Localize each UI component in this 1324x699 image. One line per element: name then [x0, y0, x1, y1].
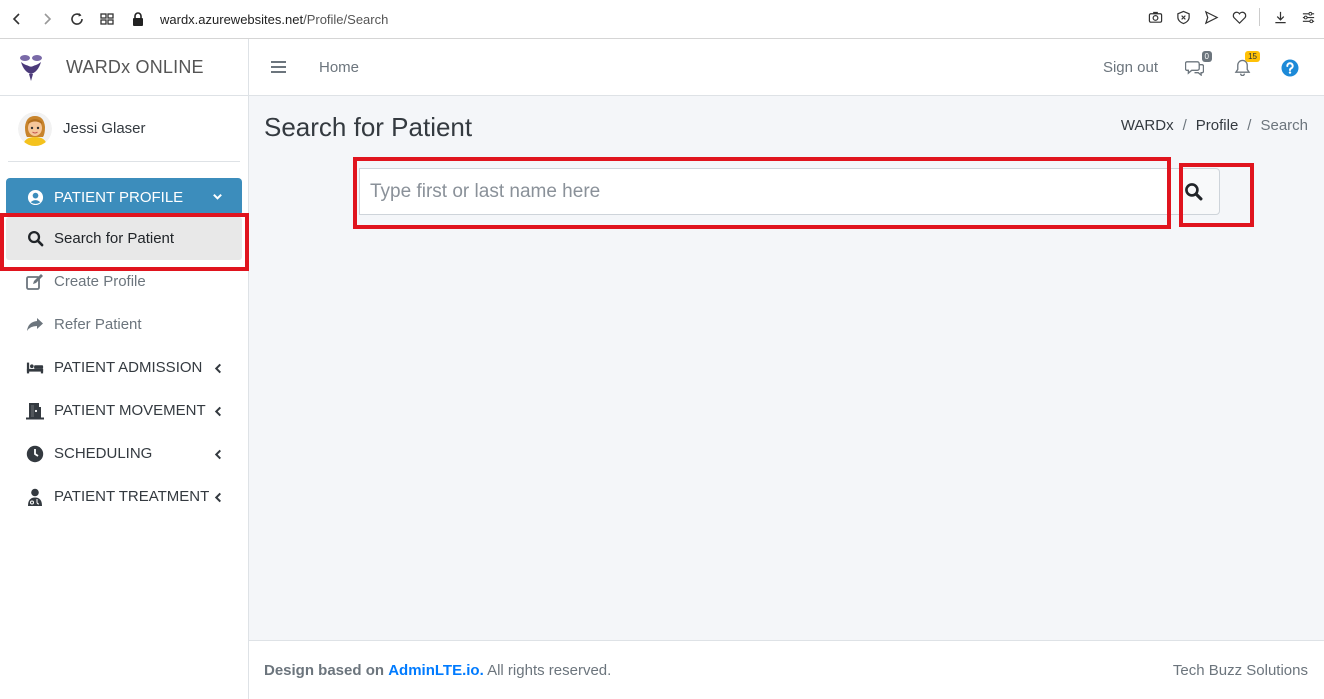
search-button[interactable] — [1167, 168, 1220, 215]
sidebar-menu: PATIENT PROFILE Search for Patient Creat… — [0, 162, 248, 518]
breadcrumb-separator: / — [1182, 117, 1187, 134]
breadcrumb: WARDx / Profile / Search — [1121, 117, 1308, 134]
sidebar-item-refer-patient[interactable]: Refer Patient — [6, 303, 242, 346]
edit-icon — [26, 273, 44, 291]
footer-prefix: Design based on — [264, 661, 385, 679]
footer: Design based on AdminLTE.io. All rights … — [249, 640, 1324, 699]
messages-badge: 0 — [1201, 50, 1212, 62]
chevron-left-icon — [214, 404, 223, 421]
sidebar-item-scheduling[interactable]: SCHEDULING — [6, 432, 242, 475]
wardx-logo-icon — [20, 55, 42, 81]
sidebar-item-search-for-patient[interactable]: Search for Patient — [6, 217, 242, 260]
adminlte-link[interactable]: AdminLTE.io. — [388, 662, 484, 679]
clock-icon — [26, 445, 44, 463]
toolbar-divider — [1259, 8, 1260, 26]
camera-icon[interactable] — [1147, 9, 1163, 25]
door-icon — [26, 402, 44, 420]
brand-link[interactable]: WARDx ONLINE — [0, 39, 248, 96]
user-name: Jessi Glaser — [63, 120, 146, 137]
lock-icon — [133, 12, 143, 26]
sidebar-item-label: Refer Patient — [54, 316, 142, 333]
tabs-grid-icon[interactable] — [92, 4, 122, 34]
bell-icon — [1234, 59, 1250, 76]
page-title: Search for Patient — [264, 112, 473, 142]
bed-icon — [26, 359, 44, 377]
forward-icon[interactable] — [32, 4, 62, 34]
sidebar-item-label: PATIENT TREATMENT — [54, 488, 210, 505]
chevron-left-icon — [214, 447, 223, 464]
top-navbar: Home Sign out 0 15 — [249, 39, 1324, 96]
sidebar-item-label: Create Profile — [54, 273, 146, 290]
chevron-down-icon — [212, 189, 223, 206]
sidebar-item-patient-movement[interactable]: PATIENT MOVEMENT — [6, 389, 242, 432]
sidebar-item-label: Search for Patient — [54, 230, 175, 247]
sidebar-item-patient-profile[interactable]: PATIENT PROFILE — [6, 178, 242, 216]
download-icon[interactable] — [1272, 9, 1288, 25]
brand-name: WARDx ONLINE — [66, 56, 204, 77]
send-icon[interactable] — [1203, 9, 1219, 25]
settings-sliders-icon[interactable] — [1300, 9, 1316, 25]
sidebar-item-label: PATIENT ADMISSION — [54, 359, 203, 376]
sidebar-item-label: PATIENT PROFILE — [54, 188, 184, 206]
browser-toolbar: wardx.azurewebsites.net/Profile/Search — [0, 0, 1324, 39]
heart-icon[interactable] — [1231, 9, 1247, 25]
sidebar-item-label: PATIENT MOVEMENT — [54, 402, 206, 419]
sidebar-item-label: SCHEDULING — [54, 445, 153, 462]
breadcrumb-item[interactable]: WARDx — [1121, 117, 1174, 134]
breadcrumb-current: Search — [1260, 117, 1308, 134]
sidebar-item-create-profile[interactable]: Create Profile — [6, 260, 242, 303]
sidebar: WARDx ONLINE Jessi Glaser PATIENT PROFIL… — [0, 39, 249, 699]
patient-search-input[interactable] — [359, 168, 1167, 215]
footer-credit: Design based on AdminLTE.io. All rights … — [264, 662, 611, 679]
footer-company: Tech Buzz Solutions — [1172, 661, 1308, 679]
avatar — [18, 111, 52, 146]
sign-out-link[interactable]: Sign out — [1103, 59, 1158, 76]
address-bar[interactable]: wardx.azurewebsites.net/Profile/Search — [132, 12, 388, 27]
reload-icon[interactable] — [62, 4, 92, 34]
notifications-badge: 15 — [1245, 50, 1260, 62]
help-button[interactable] — [1280, 58, 1300, 78]
search-icon — [1185, 183, 1203, 201]
content-wrapper: Search for Patient WARDx / Profile / Sea… — [249, 96, 1324, 640]
nav-home-link[interactable]: Home — [319, 59, 359, 76]
back-icon[interactable] — [2, 4, 32, 34]
search-icon — [26, 230, 44, 248]
chevron-left-icon — [214, 490, 223, 507]
hamburger-menu-icon[interactable] — [271, 60, 287, 74]
chevron-left-icon — [214, 361, 223, 378]
comments-icon — [1184, 61, 1204, 76]
messages-button[interactable]: 0 — [1184, 50, 1212, 78]
user-panel[interactable]: Jessi Glaser — [8, 96, 240, 162]
sidebar-item-patient-admission[interactable]: PATIENT ADMISSION — [6, 346, 242, 389]
footer-rights: All rights reserved. — [487, 661, 612, 679]
shield-icon[interactable] — [1175, 9, 1191, 25]
notifications-button[interactable]: 15 — [1232, 50, 1260, 78]
doctor-icon — [26, 488, 44, 506]
url-host: wardx.azurewebsites.net — [160, 11, 304, 27]
url-path: /Profile/Search — [303, 11, 389, 27]
sidebar-item-patient-treatment[interactable]: PATIENT TREATMENT — [6, 475, 242, 518]
breadcrumb-separator: / — [1247, 117, 1252, 134]
user-circle-icon — [26, 188, 44, 206]
breadcrumb-item[interactable]: Profile — [1196, 117, 1239, 134]
question-circle-icon — [1281, 59, 1299, 76]
share-icon — [26, 316, 44, 334]
